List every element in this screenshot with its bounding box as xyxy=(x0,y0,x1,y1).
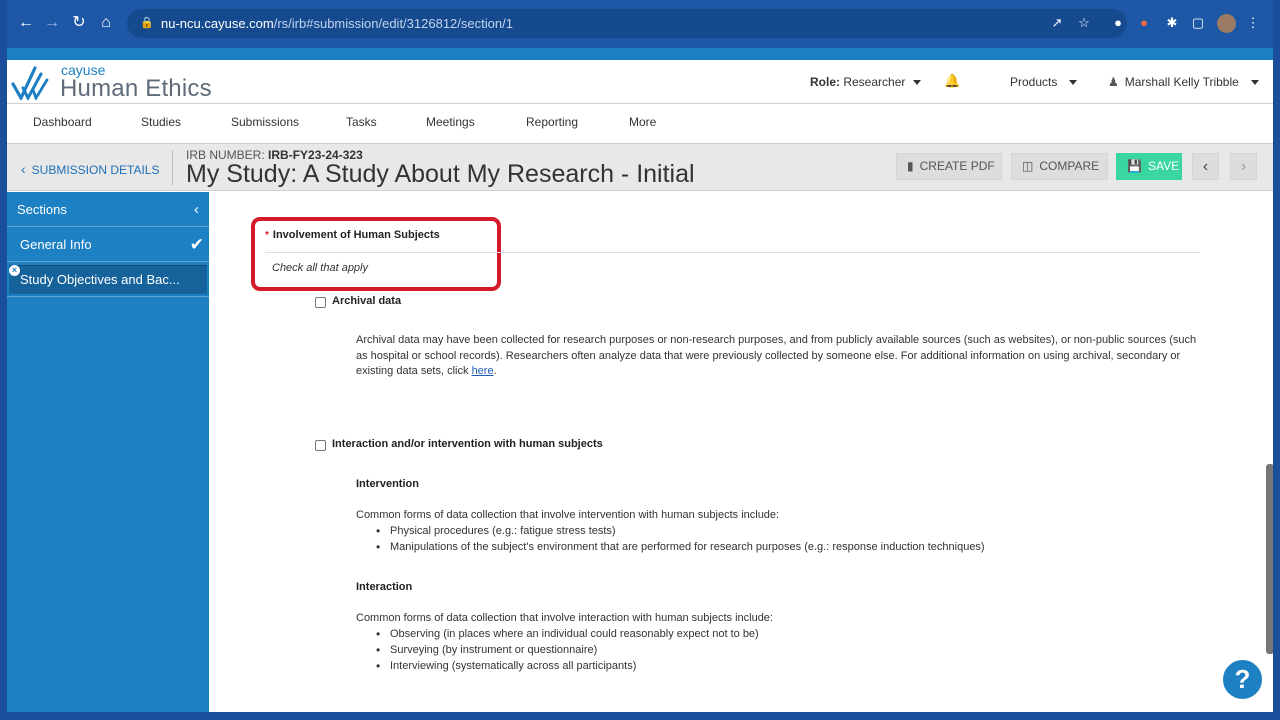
chevron-left-icon: ‹ xyxy=(21,161,26,177)
help-button[interactable]: ? xyxy=(1221,658,1264,701)
archival-data-label[interactable]: Archival data xyxy=(332,295,401,307)
chevron-right-icon: › xyxy=(1240,158,1247,175)
user-menu[interactable]: ♟ Marshall Kelly Tribble xyxy=(1108,75,1259,89)
interaction-intervention-checkbox[interactable] xyxy=(315,440,326,451)
products-label: Products xyxy=(1010,75,1058,89)
chevron-down-icon xyxy=(913,80,922,86)
next-section-button[interactable]: › xyxy=(1230,153,1257,180)
browser-window: ← → ↻ ⌂ 🔒 nu-ncu.cayuse.com/rs/irb#submi… xyxy=(7,0,1273,712)
list-item: Observing (in places where an individual… xyxy=(390,627,759,643)
page-title: My Study: A Study About My Research - In… xyxy=(186,160,695,188)
list-item: Interviewing (systematically across all … xyxy=(390,659,759,675)
reload-icon[interactable]: ↻ xyxy=(68,12,90,34)
intervention-list: Physical procedures (e.g.: fatigue stres… xyxy=(390,524,985,556)
save-label: SAVE xyxy=(1147,159,1180,173)
chevron-down-icon xyxy=(1250,80,1259,86)
bookmark-star-icon[interactable]: ☆ xyxy=(1075,14,1093,32)
submission-details-label: SUBMISSION DETAILS xyxy=(31,163,160,177)
intervention-intro: Common forms of data collection that inv… xyxy=(356,509,780,521)
back-arrow-icon[interactable]: ← xyxy=(15,12,37,34)
role-value: Researcher xyxy=(843,75,906,89)
question-title-text: Involvement of Human Subjects xyxy=(272,229,440,241)
top-accent-strip xyxy=(7,48,1273,60)
save-disk-icon: 💾 xyxy=(1127,159,1142,173)
url-path: /rs/irb#submission/edit/3126812/section/… xyxy=(273,16,513,31)
sidebar-item-study-objectives[interactable]: × Study Objectives and Bac... xyxy=(9,265,207,294)
kebab-menu-icon[interactable]: ⋮ xyxy=(1244,14,1262,32)
form-content: * Involvement of Human Subjects Check all… xyxy=(209,192,1273,712)
nav-submissions[interactable]: Submissions xyxy=(231,115,299,129)
description-end: . xyxy=(493,365,497,378)
list-item: Physical procedures (e.g.: fatigue stres… xyxy=(390,524,985,540)
user-icon: ♟ xyxy=(1108,75,1119,89)
nav-dashboard[interactable]: Dashboard xyxy=(33,115,92,129)
browser-toolbar: ← → ↻ ⌂ 🔒 nu-ncu.cayuse.com/rs/irb#submi… xyxy=(7,0,1273,48)
share-icon[interactable]: ↗ xyxy=(1048,14,1066,32)
sidebar-item-label: Study Objectives and Bac... xyxy=(20,272,180,287)
forward-arrow-icon[interactable]: → xyxy=(41,12,63,34)
archival-data-checkbox[interactable] xyxy=(315,297,326,308)
checkmark-icon: ✔ xyxy=(189,235,204,254)
sidebar-item-label: General Info xyxy=(20,237,92,252)
compare-columns-icon: ◫ xyxy=(1022,159,1034,173)
submission-details-link[interactable]: ‹ SUBMISSION DETAILS xyxy=(21,161,159,177)
url-host: nu-ncu.cayuse.com xyxy=(161,16,274,31)
divider xyxy=(7,296,209,297)
nav-meetings[interactable]: Meetings xyxy=(426,115,475,129)
required-marker: * xyxy=(265,230,269,241)
chevron-left-icon[interactable]: ‹ xyxy=(194,192,199,227)
nav-more[interactable]: More xyxy=(629,115,656,129)
nav-studies[interactable]: Studies xyxy=(141,115,181,129)
compare-button[interactable]: ◫ COMPARE xyxy=(1011,153,1108,180)
submission-header: ‹ SUBMISSION DETAILS IRB NUMBER: IRB-FY23… xyxy=(7,144,1273,191)
interaction-intro: Common forms of data collection that inv… xyxy=(356,612,773,624)
main-nav: Dashboard Studies Submissions Tasks Meet… xyxy=(7,104,1273,144)
profile-avatar[interactable] xyxy=(1217,14,1236,33)
list-item: Surveying (by instrument or questionnair… xyxy=(390,643,759,659)
interaction-list: Observing (in places where an individual… xyxy=(390,627,759,674)
address-bar[interactable]: 🔒 nu-ncu.cayuse.com/rs/irb#submission/ed… xyxy=(127,9,1127,38)
logo-product-text: Human Ethics xyxy=(60,75,212,102)
sidebar-item-general-info[interactable]: General Info ✔ xyxy=(7,228,209,262)
sections-label: Sections xyxy=(17,202,67,217)
interaction-intervention-label[interactable]: Interaction and/or intervention with hum… xyxy=(332,438,603,450)
question-hint: Check all that apply xyxy=(272,262,368,274)
side-panel-icon[interactable]: ▢ xyxy=(1189,14,1207,32)
list-item: Manipulations of the subject's environme… xyxy=(390,540,985,556)
puzzle-extensions-icon[interactable]: ✱ xyxy=(1163,14,1181,32)
camera-extension-icon[interactable]: ● xyxy=(1109,14,1127,32)
role-selector[interactable]: Role: Researcher xyxy=(810,75,922,89)
nav-reporting[interactable]: Reporting xyxy=(526,115,578,129)
home-icon[interactable]: ⌂ xyxy=(95,12,117,34)
chevron-down-icon xyxy=(1069,80,1078,86)
compare-label: COMPARE xyxy=(1039,159,1100,173)
cayuse-logo-icon xyxy=(11,66,49,100)
sections-header[interactable]: Sections ‹ xyxy=(7,192,209,227)
here-link[interactable]: here xyxy=(472,365,494,377)
lock-icon: 🔒 xyxy=(140,17,154,29)
intervention-heading: Intervention xyxy=(356,478,419,490)
scrollbar[interactable] xyxy=(1266,464,1273,654)
app-header: cayuse Human Ethics Role: Researcher 🔔 P… xyxy=(7,60,1273,104)
previous-section-button[interactable]: ‹ xyxy=(1192,153,1219,180)
bell-icon[interactable]: 🔔 xyxy=(944,73,960,89)
close-circle-icon: × xyxy=(9,265,20,276)
bottom-frame-strip xyxy=(0,712,1280,720)
user-name: Marshall Kelly Tribble xyxy=(1124,75,1239,89)
archival-data-description: Archival data may have been collected fo… xyxy=(356,333,1206,380)
question-title: * Involvement of Human Subjects xyxy=(265,229,440,241)
create-pdf-button[interactable]: ▮ CREATE PDF xyxy=(896,153,1002,180)
products-menu[interactable]: Products xyxy=(1010,75,1078,89)
chevron-left-icon: ‹ xyxy=(1202,158,1209,175)
document-icon: ▮ xyxy=(907,159,914,173)
save-button[interactable]: 💾 SAVE xyxy=(1116,153,1182,180)
divider xyxy=(265,252,1200,253)
create-pdf-label: CREATE PDF xyxy=(919,159,995,173)
nav-tasks[interactable]: Tasks xyxy=(346,115,377,129)
interaction-heading: Interaction xyxy=(356,581,413,593)
divider xyxy=(172,150,173,185)
sections-sidebar: Sections ‹ General Info ✔ × Study Object… xyxy=(7,192,209,712)
role-label: Role: xyxy=(810,75,840,89)
extension-icon[interactable]: ● xyxy=(1135,14,1153,32)
